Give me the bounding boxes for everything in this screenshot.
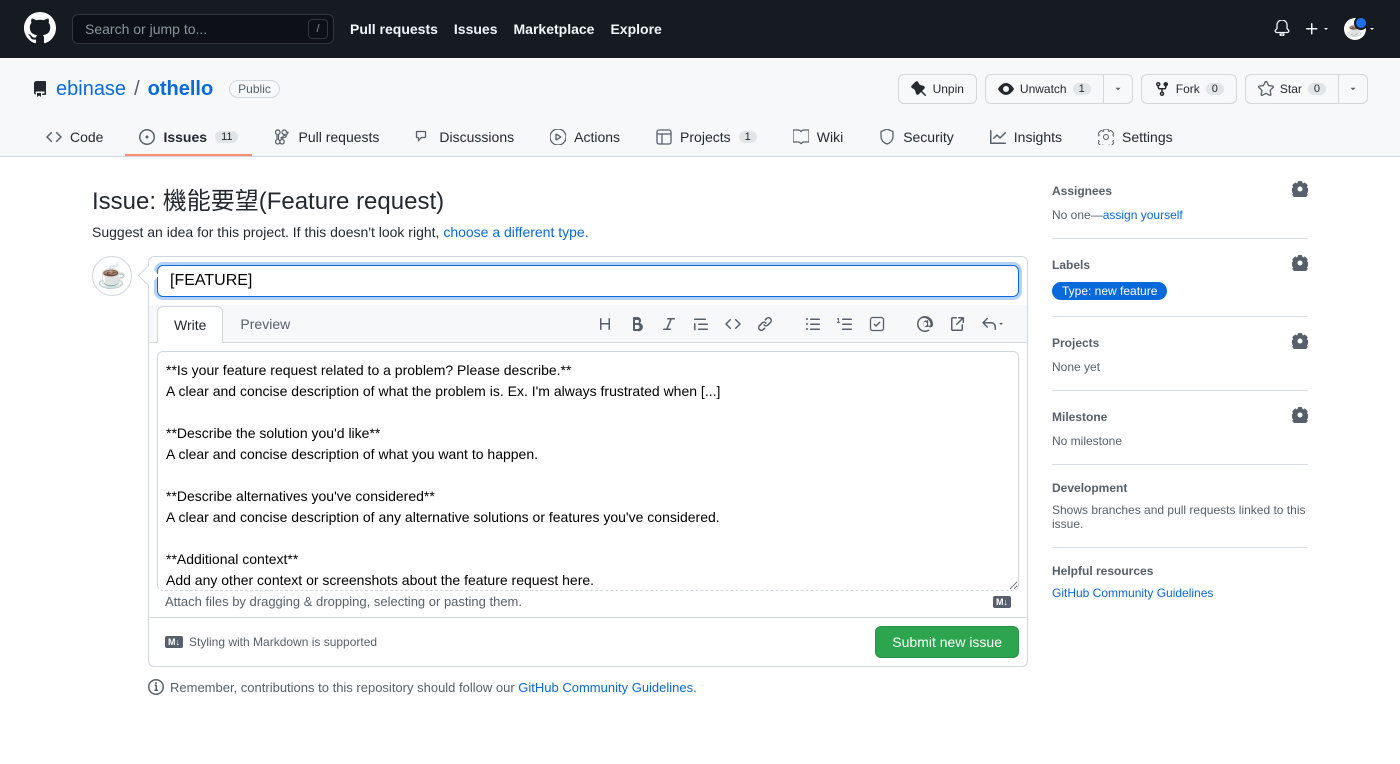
notifications-icon[interactable] (1274, 20, 1290, 39)
attach-hint[interactable]: Attach files by dragging & dropping, sel… (165, 594, 522, 609)
tab-discussions[interactable]: Discussions (401, 120, 528, 156)
global-nav: Pull requests Issues Marketplace Explore (350, 21, 662, 37)
help-heading: Helpful resources (1052, 564, 1153, 578)
info-icon (148, 679, 164, 695)
label-pill[interactable]: Type: new feature (1052, 282, 1167, 300)
gear-icon[interactable] (1292, 407, 1308, 426)
choose-type-link[interactable]: choose a different type. (443, 224, 588, 240)
contribution-note: Remember, contributions to this reposito… (92, 679, 1028, 695)
nav-pull-requests[interactable]: Pull requests (350, 21, 438, 37)
star-dropdown[interactable] (1339, 74, 1368, 104)
crossref-icon[interactable] (943, 310, 971, 338)
gear-icon[interactable] (1292, 181, 1308, 200)
star-button[interactable]: Star0 (1245, 74, 1339, 104)
global-header: / Pull requests Issues Marketplace Explo… (0, 0, 1400, 58)
search-input[interactable] (72, 14, 334, 44)
repo-name-link[interactable]: othello (148, 78, 214, 101)
nav-explore[interactable]: Explore (610, 21, 661, 37)
issue-body-textarea[interactable] (157, 351, 1019, 591)
gear-icon[interactable] (1292, 255, 1308, 274)
tab-security[interactable]: Security (865, 120, 968, 156)
ul-icon[interactable] (799, 310, 827, 338)
assign-yourself-link[interactable]: assign yourself (1103, 208, 1183, 222)
italic-icon[interactable] (655, 310, 683, 338)
nav-issues[interactable]: Issues (454, 21, 498, 37)
heading-icon[interactable] (591, 310, 619, 338)
repo-tabs: Code Issues11 Pull requests Discussions … (32, 120, 1368, 156)
compose-box: Write Preview (148, 256, 1028, 667)
tab-code[interactable]: Code (32, 120, 117, 156)
gear-icon[interactable] (1292, 333, 1308, 352)
guidelines-link[interactable]: GitHub Community Guidelines. (518, 680, 696, 695)
issue-title-input[interactable] (157, 265, 1019, 297)
watch-dropdown[interactable] (1104, 74, 1133, 104)
labels-heading[interactable]: Labels (1052, 258, 1090, 272)
page-subtitle: Suggest an idea for this project. If thi… (92, 224, 1028, 240)
tab-issues[interactable]: Issues11 (125, 120, 252, 156)
mention-icon[interactable] (911, 310, 939, 338)
repo-header: ebinase / othello Public Unpin Unwatch1 … (0, 58, 1400, 157)
plus-dropdown[interactable] (1304, 21, 1330, 37)
preview-tab[interactable]: Preview (223, 305, 307, 342)
markdown-hint: M↓Styling with Markdown is supported (165, 635, 377, 649)
tab-settings[interactable]: Settings (1084, 120, 1187, 156)
quote-icon[interactable] (687, 310, 715, 338)
link-icon[interactable] (751, 310, 779, 338)
path-separator: / (134, 78, 140, 101)
tab-projects[interactable]: Projects1 (642, 120, 771, 156)
milestone-body: No milestone (1052, 434, 1308, 448)
unpin-button[interactable]: Unpin (898, 74, 977, 104)
unwatch-button[interactable]: Unwatch1 (985, 74, 1104, 104)
ol-icon[interactable] (831, 310, 859, 338)
nav-marketplace[interactable]: Marketplace (514, 21, 595, 37)
bold-icon[interactable] (623, 310, 651, 338)
development-body: Shows branches and pull requests linked … (1052, 503, 1308, 531)
fork-button[interactable]: Fork0 (1141, 74, 1237, 104)
tab-pulls[interactable]: Pull requests (260, 120, 393, 156)
page-title: Issue: 機能要望(Feature request) (92, 181, 1028, 216)
projects-heading[interactable]: Projects (1052, 336, 1099, 350)
github-logo[interactable] (24, 12, 56, 47)
assignees-heading[interactable]: Assignees (1052, 184, 1112, 198)
community-guidelines-link[interactable]: GitHub Community Guidelines (1052, 586, 1213, 600)
projects-body: None yet (1052, 360, 1308, 374)
tab-insights[interactable]: Insights (976, 120, 1076, 156)
development-heading: Development (1052, 481, 1127, 495)
reply-icon[interactable] (975, 310, 1011, 338)
markdown-badge-icon[interactable]: M↓ (993, 596, 1011, 608)
repo-owner-link[interactable]: ebinase (56, 78, 126, 101)
submit-issue-button[interactable]: Submit new issue (875, 626, 1019, 658)
md-toolbar (591, 310, 1019, 338)
tab-wiki[interactable]: Wiki (779, 120, 857, 156)
repo-icon (32, 81, 48, 97)
global-search: / (72, 14, 334, 44)
avatar: ☕ (1344, 18, 1366, 40)
user-menu[interactable]: ☕ (1344, 18, 1376, 40)
repo-title: ebinase / othello Public (32, 78, 280, 101)
code-icon[interactable] (719, 310, 747, 338)
sidebar: Assignees No one—assign yourself Labels … (1052, 181, 1308, 695)
write-tab[interactable]: Write (157, 306, 223, 343)
tab-actions[interactable]: Actions (536, 120, 634, 156)
tasklist-icon[interactable] (863, 310, 891, 338)
visibility-badge: Public (229, 80, 280, 98)
slash-hint: / (308, 19, 328, 39)
user-avatar: ☕ (92, 256, 132, 296)
milestone-heading[interactable]: Milestone (1052, 410, 1107, 424)
